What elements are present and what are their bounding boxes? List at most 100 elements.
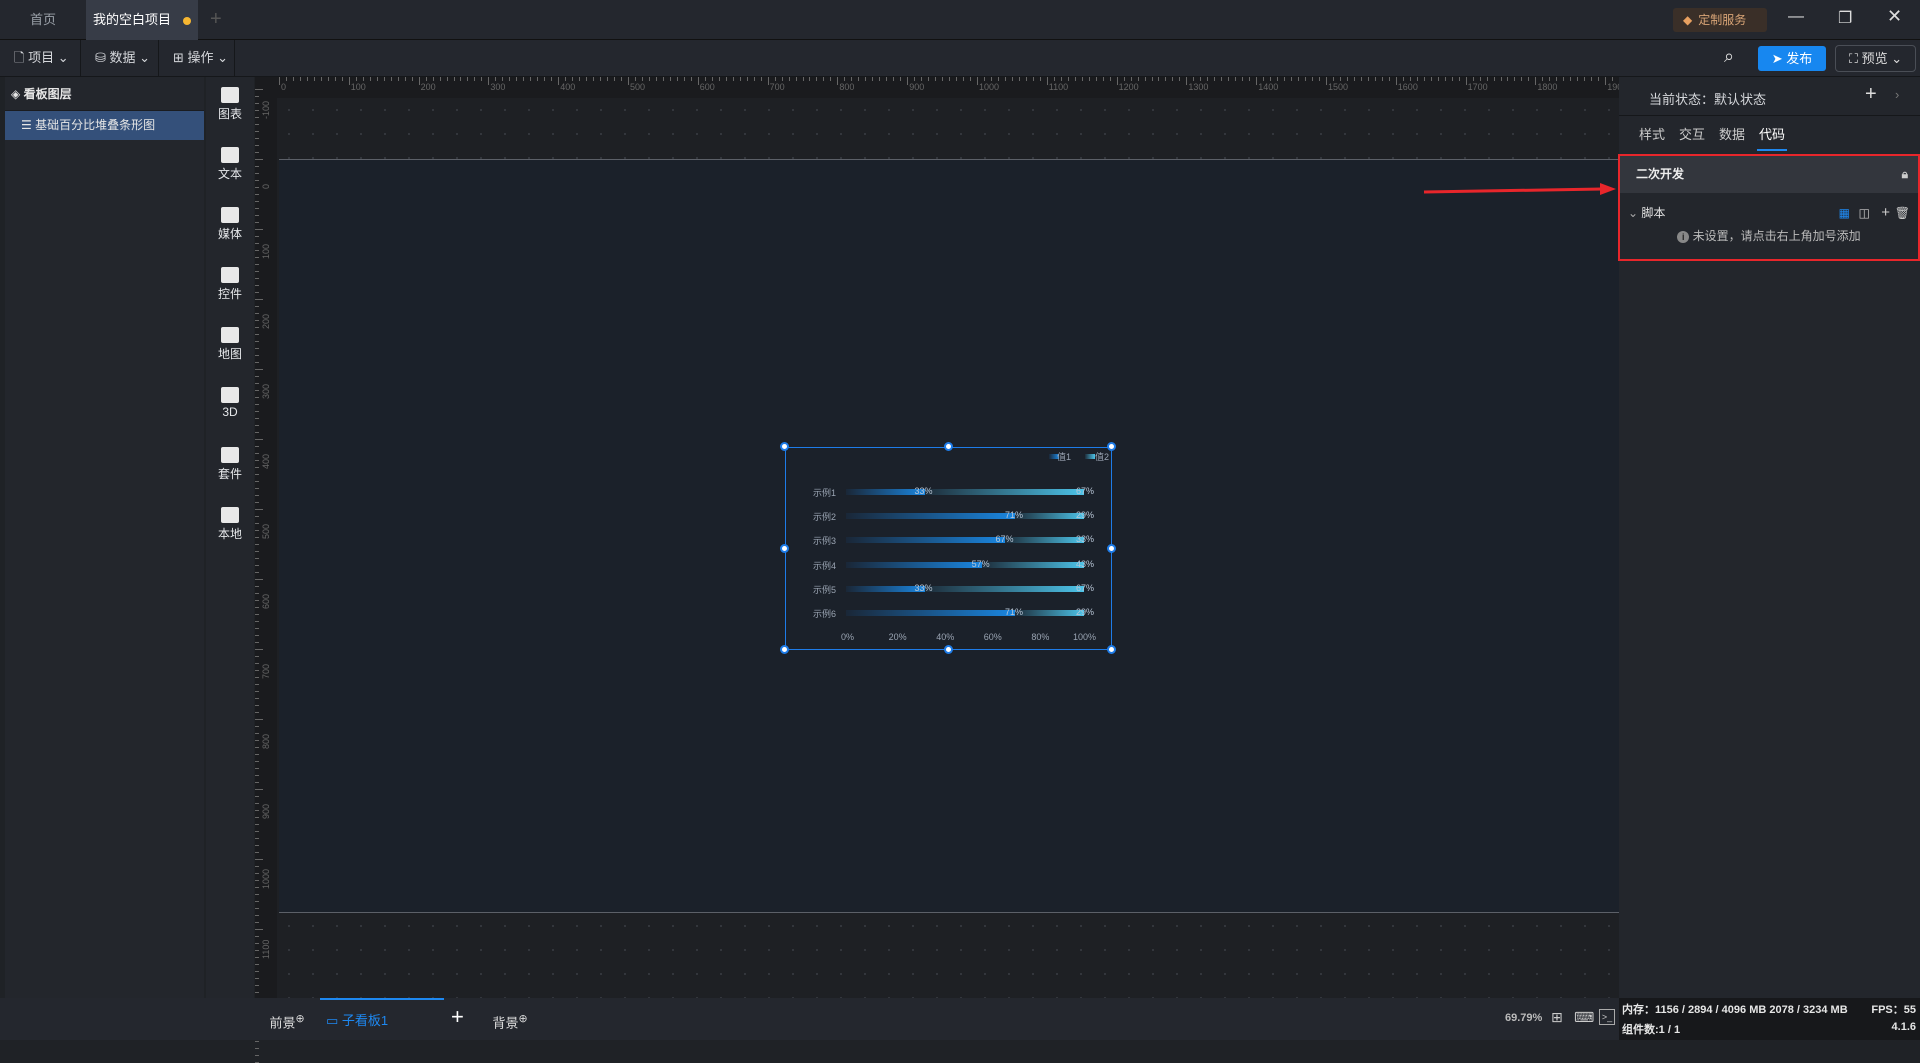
layout-icon[interactable]: ▦: [1839, 193, 1850, 233]
lock-icon[interactable]: 🔒︎: [1902, 156, 1908, 193]
background-tab[interactable]: 背景⊕: [478, 998, 542, 1040]
bar-value2[interactable]: [924, 585, 1084, 592]
resize-handle[interactable]: [1107, 645, 1116, 654]
widget-icon: [221, 267, 239, 283]
add-script-plus-icon[interactable]: +: [1881, 193, 1890, 233]
ruler-tick: [690, 77, 692, 81]
search-icon[interactable]: ⌕: [1724, 46, 1734, 67]
tool-media[interactable]: 媒体: [206, 207, 254, 242]
keyboard-icon[interactable]: ⌨: [1574, 1009, 1594, 1026]
fit-screen-icon[interactable]: ⊞: [1551, 1009, 1563, 1026]
ruler-tick: [614, 77, 616, 81]
add-circle-icon[interactable]: ⊕: [518, 1013, 527, 1025]
resize-handle[interactable]: [1107, 543, 1116, 553]
terminal-icon[interactable]: >_: [1599, 1009, 1615, 1025]
minimize-icon[interactable]: —: [1788, 8, 1804, 26]
ruler-tick: [255, 768, 259, 769]
add-state-plus-icon[interactable]: +: [1865, 83, 1877, 106]
menu-data[interactable]: ⛁ 数据 ⌄: [81, 40, 159, 76]
prop-tab[interactable]: 样式: [1637, 120, 1667, 151]
ruler-tick: [551, 77, 553, 81]
subboard-tab[interactable]: ▭ 子看板1: [320, 998, 444, 1040]
chart-widget[interactable]: 值1 值2 示例1 33% 67% 示例2 71% 29% 示例3 67% 33% 示例4 57% 4…: [780, 442, 1116, 654]
ruler-tick: [1291, 77, 1293, 81]
bar-value2[interactable]: [924, 489, 1084, 495]
toolbar: 🗋 项目 ⌄ ⛁ 数据 ⌄ ⊞ 操作 ⌄ ⌕ ➤ 发布 ⛶ 预览 ⌄: [0, 40, 1920, 77]
bar-value1[interactable]: [846, 513, 1015, 520]
restore-icon[interactable]: ❐: [1838, 8, 1852, 28]
trash-icon[interactable]: 🗑︎: [1895, 193, 1910, 233]
ruler-tick: [255, 887, 259, 888]
ruler-tick: [865, 77, 867, 81]
ruler-tick: [341, 77, 343, 81]
bar-value2[interactable]: [1014, 610, 1084, 616]
add-subboard-plus-icon[interactable]: +: [451, 1004, 464, 1030]
publish-button[interactable]: ➤ 发布: [1758, 46, 1826, 71]
tool-map[interactable]: 地图: [206, 327, 254, 362]
tool-text[interactable]: 文本: [206, 147, 254, 182]
bar-value1[interactable]: [846, 610, 1015, 616]
ruler-tick: [1151, 77, 1153, 81]
bar-value2[interactable]: [1005, 537, 1084, 544]
new-tab-plus-icon[interactable]: +: [210, 8, 222, 31]
zoom-level[interactable]: 69.79%: [1505, 1012, 1542, 1024]
resize-handle[interactable]: [943, 442, 953, 451]
ruler-tick: [1360, 77, 1362, 81]
ruler-tick: [579, 77, 581, 81]
add-circle-icon[interactable]: ⊕: [295, 1013, 304, 1025]
ruler-tick: [255, 495, 259, 496]
menu-project[interactable]: 🗋 项目 ⌄: [0, 40, 81, 76]
data-label: 71%: [1004, 607, 1023, 617]
ruler-tick: [753, 77, 755, 81]
ruler-tick: [1004, 77, 1006, 81]
cube-icon: [221, 387, 239, 403]
script-row[interactable]: ⌄ 脚本 ▦ ◫ + 🗑︎: [1620, 193, 1918, 233]
ruler-tick: [774, 77, 776, 81]
bar-value2[interactable]: [1014, 513, 1084, 520]
tool-puzzle[interactable]: 本地: [206, 507, 254, 542]
prop-tab[interactable]: 代码: [1757, 120, 1788, 151]
tab-home[interactable]: 首页: [0, 0, 86, 40]
bar-value1[interactable]: [846, 489, 925, 495]
tab-project[interactable]: 我的空白项目: [86, 0, 198, 40]
ruler-tick: [255, 628, 259, 629]
bar-value1[interactable]: [846, 537, 1006, 544]
tool-cube[interactable]: 3D: [206, 387, 254, 419]
ruler-tick: [607, 77, 609, 81]
ruler-tick: [1214, 77, 1216, 81]
tool-chart[interactable]: 图表: [206, 87, 254, 122]
custom-service-button[interactable]: ◆ 定制服务: [1673, 8, 1767, 32]
ruler-tick: [255, 355, 259, 356]
ruler-tick: [255, 621, 259, 622]
ruler-label: 1000: [261, 868, 271, 889]
chevron-down-icon[interactable]: ⌄: [1628, 206, 1641, 220]
resize-handle[interactable]: [943, 645, 953, 654]
resize-handle[interactable]: [780, 442, 789, 451]
tool-label: 3D: [222, 405, 238, 419]
menu-operate-label: 操作: [187, 50, 214, 65]
resize-handle[interactable]: [1107, 442, 1116, 451]
ruler-tick: [255, 523, 259, 524]
ruler-tick: [921, 77, 923, 81]
resize-handle[interactable]: [780, 543, 789, 553]
ruler-tick: [255, 677, 259, 678]
menu-operate[interactable]: ⊞ 操作 ⌄: [159, 40, 235, 76]
ruler-tick: [1179, 77, 1181, 81]
bar-value2[interactable]: [981, 561, 1084, 568]
layer-item-label: 基础百分比堆叠条形图: [35, 118, 156, 132]
layer-item[interactable]: ☰ 基础百分比堆叠条形图: [5, 111, 204, 140]
bar-value1[interactable]: [846, 561, 982, 568]
prop-tab[interactable]: 数据: [1717, 120, 1747, 151]
ruler-tick: [255, 754, 259, 755]
close-icon[interactable]: ✕: [1887, 6, 1902, 27]
resize-handle[interactable]: [780, 645, 789, 654]
prop-tab[interactable]: 交互: [1677, 120, 1707, 151]
bar-value1[interactable]: [846, 585, 925, 592]
preview-button[interactable]: ⛶ 预览 ⌄: [1835, 45, 1916, 72]
tool-label: 本地: [217, 527, 242, 541]
foreground-tab[interactable]: 前景⊕: [255, 998, 319, 1040]
tool-widget[interactable]: 控件: [206, 267, 254, 302]
chevron-right-icon[interactable]: ›: [1895, 87, 1899, 102]
panel-icon[interactable]: ◫: [1859, 193, 1870, 233]
tool-kit[interactable]: 套件: [206, 447, 254, 482]
